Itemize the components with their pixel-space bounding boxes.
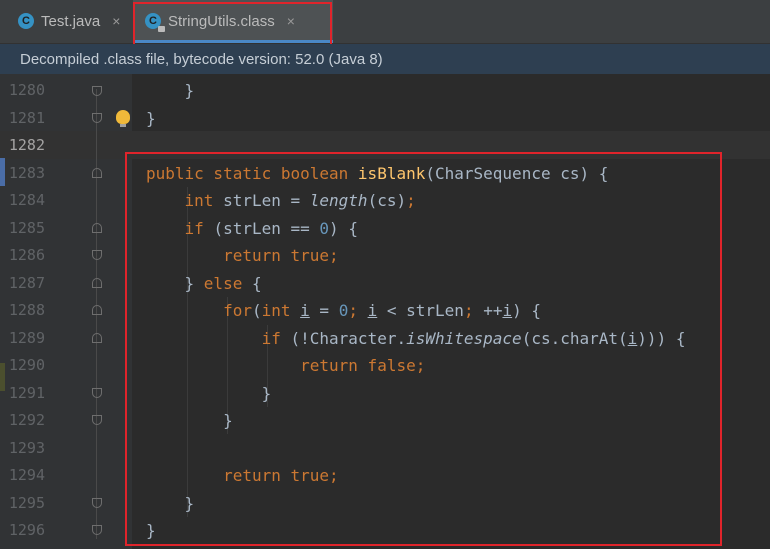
code-line-1292: } — [223, 411, 233, 430]
line-numbers: 1280 1281 1282 1283 1284 1285 1286 1287 … — [0, 77, 60, 545]
line-number: 1281 — [8, 108, 45, 127]
tab-label: StringUtils.class — [168, 12, 275, 30]
fold-end-icon[interactable] — [92, 250, 102, 260]
code-line-1291: } — [261, 383, 272, 403]
line-number: 1296 — [8, 521, 45, 539]
line-number: 1286 — [8, 246, 45, 264]
lock-icon — [158, 26, 165, 32]
decompiled-info-banner: Decompiled .class file, bytecode version… — [0, 44, 770, 74]
line-number: 1280 — [8, 81, 45, 99]
code-line-1290: return false; — [300, 356, 426, 375]
line-number: 1283 — [8, 163, 45, 182]
line-number: 1294 — [8, 466, 45, 484]
fold-end-icon[interactable] — [92, 113, 102, 123]
code-line-1296: } — [146, 521, 156, 540]
line-number: 1284 — [8, 191, 45, 209]
code-line-1288: for(int i = 0; i < strLen; ++i) { — [223, 301, 542, 320]
line-number: 1282 — [8, 136, 45, 154]
fold-end-icon[interactable] — [92, 388, 102, 398]
code-line-1280: } — [184, 81, 195, 100]
line-number: 1292 — [8, 411, 45, 429]
code-line-1294: return true; — [223, 466, 339, 485]
tab-label: Test.java — [41, 12, 101, 30]
line-number: 1291 — [8, 383, 45, 402]
line-number: 1288 — [8, 301, 45, 319]
fold-end-icon[interactable] — [92, 498, 102, 508]
line-number: 1293 — [8, 438, 45, 457]
line-number: 1295 — [8, 493, 45, 512]
fold-start-icon[interactable] — [92, 305, 102, 315]
code-line-1284: int strLen = length(cs); — [184, 191, 416, 210]
banner-text: Decompiled .class file, bytecode version… — [20, 50, 383, 68]
code-lines: } } public static boolean isBlank(CharSe… — [146, 77, 766, 545]
line-number: 1289 — [8, 328, 45, 347]
lightbulb-icon[interactable] — [116, 110, 130, 127]
close-icon[interactable]: × — [287, 13, 295, 29]
code-line-1289: if (!Character.isWhitespace(cs.charAt(i)… — [261, 328, 686, 348]
code-line-1285: if (strLen == 0) { — [184, 218, 358, 238]
code-line-1283: public static boolean isBlank(CharSequen… — [146, 163, 609, 183]
code-line-1286: return true; — [223, 246, 339, 265]
java-class-icon: C — [18, 13, 34, 29]
close-icon[interactable]: × — [112, 13, 120, 29]
fold-start-icon[interactable] — [92, 333, 102, 343]
code-line-1295: } — [184, 493, 195, 513]
tab-test-java[interactable]: C Test.java × — [0, 0, 132, 42]
fold-end-icon[interactable] — [92, 525, 102, 535]
line-number: 1285 — [8, 218, 45, 237]
line-number: 1290 — [8, 356, 45, 374]
fold-start-icon[interactable] — [92, 278, 102, 288]
tab-stringutils-class[interactable]: C StringUtils.class × — [133, 0, 333, 43]
class-file-icon: C — [145, 13, 165, 32]
code-line-1287: } else { — [184, 273, 262, 293]
code-line-1281: } — [146, 108, 156, 128]
fold-start-icon[interactable] — [92, 168, 102, 178]
fold-end-icon[interactable] — [92, 86, 102, 96]
editor-tab-bar: C Test.java × C StringUtils.class × — [0, 0, 770, 44]
fold-end-icon[interactable] — [92, 415, 102, 425]
fold-start-icon[interactable] — [92, 223, 102, 233]
line-number: 1287 — [8, 273, 45, 292]
